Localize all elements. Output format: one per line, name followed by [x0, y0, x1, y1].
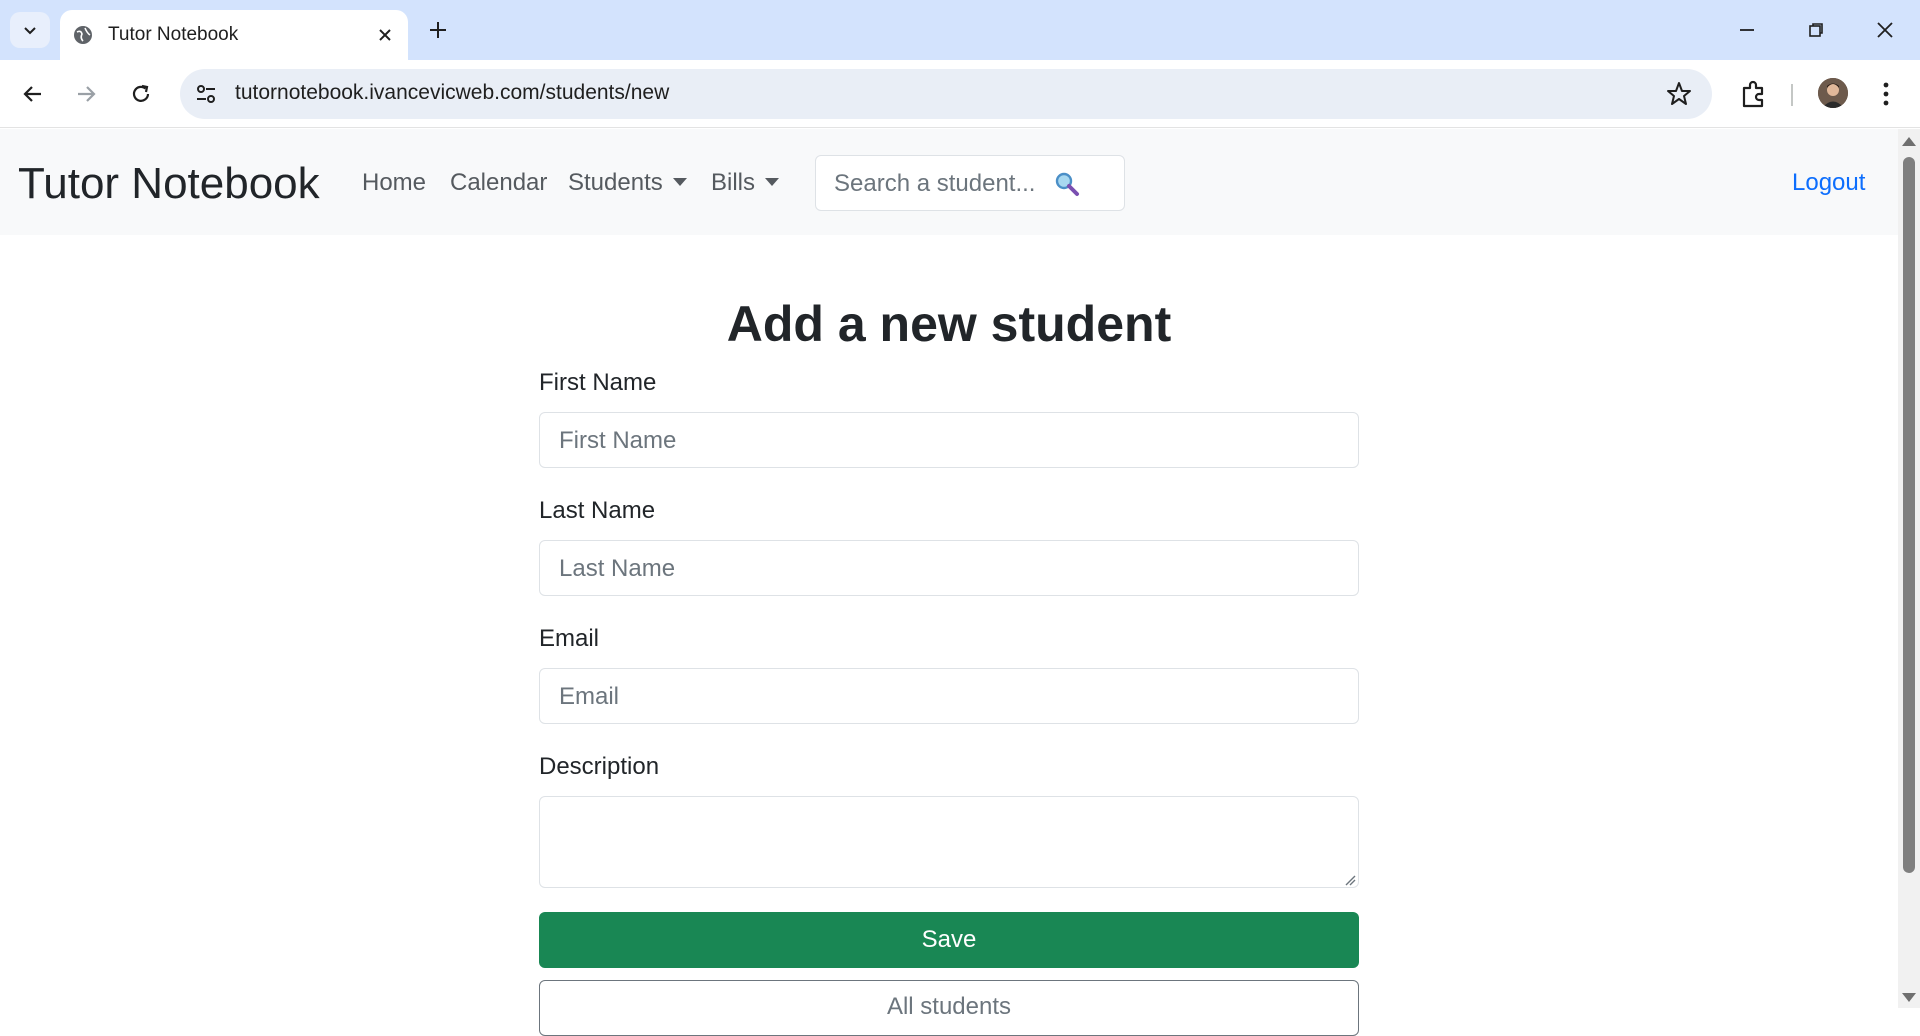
forward-icon[interactable] — [68, 76, 104, 112]
description-textarea[interactable] — [539, 796, 1359, 888]
email-placeholder: Email — [559, 683, 620, 710]
resize-handle-icon[interactable] — [1344, 873, 1356, 886]
page-viewport: Tutor Notebook Home Calendar Students Bi… — [0, 129, 1898, 1036]
tab-title: Tutor Notebook — [108, 24, 239, 45]
avatar[interactable] — [1818, 78, 1848, 108]
toolbar-divider — [1791, 84, 1793, 106]
page-scrollbar[interactable] — [1898, 129, 1920, 1008]
nav-calendar[interactable]: Calendar — [450, 169, 547, 197]
first-name-field[interactable]: First Name — [539, 412, 1359, 468]
star-icon[interactable] — [1666, 81, 1692, 107]
address-bar[interactable]: tutornotebook.ivancevicweb.com/students/… — [180, 69, 1712, 119]
tab-search-icon[interactable] — [10, 12, 50, 48]
nav-students-label: Students — [568, 169, 663, 196]
plus-icon[interactable] — [424, 16, 452, 44]
last-name-field[interactable]: Last Name — [539, 540, 1359, 596]
back-icon[interactable] — [15, 76, 51, 112]
last-name-placeholder: Last Name — [559, 555, 676, 582]
close-icon[interactable] — [374, 24, 396, 46]
email-field[interactable]: Email — [539, 668, 1359, 724]
all-students-button[interactable]: All students — [539, 980, 1359, 1036]
student-search-input[interactable]: Search a student... — [815, 155, 1125, 211]
page-title: Add a new student — [726, 296, 1172, 352]
reload-icon[interactable] — [123, 76, 159, 112]
logout-link[interactable]: Logout — [1792, 169, 1865, 197]
nav-home[interactable]: Home — [362, 169, 426, 197]
scroll-up-icon[interactable] — [1902, 137, 1916, 146]
site-navbar: Tutor Notebook Home Calendar Students Bi… — [0, 129, 1898, 235]
description-label: Description — [539, 753, 660, 780]
globe-icon — [72, 24, 94, 46]
caret-down-icon — [672, 178, 687, 186]
save-button[interactable]: Save — [539, 912, 1359, 968]
search-placeholder: Search a student... — [834, 170, 1036, 197]
site-settings-icon[interactable] — [194, 82, 218, 106]
url-text[interactable]: tutornotebook.ivancevicweb.com/students/… — [235, 81, 669, 105]
browser-tab-strip: Tutor Notebook — [0, 0, 1920, 60]
first-name-label: First Name — [539, 369, 657, 396]
magnifier-icon[interactable] — [1054, 171, 1080, 197]
last-name-label: Last Name — [539, 497, 656, 524]
kebab-menu-icon[interactable] — [1876, 78, 1896, 110]
caret-down-icon — [765, 178, 780, 186]
email-label: Email — [539, 625, 600, 652]
browser-tab[interactable]: Tutor Notebook — [60, 10, 408, 60]
extensions-icon[interactable] — [1738, 78, 1770, 110]
window-close-icon[interactable] — [1862, 10, 1908, 50]
nav-students-dropdown[interactable]: Students — [568, 169, 687, 197]
nav-bills-dropdown[interactable]: Bills — [711, 169, 780, 197]
brand-logo[interactable]: Tutor Notebook — [18, 159, 320, 209]
minimize-icon[interactable] — [1724, 10, 1770, 50]
nav-bills-label: Bills — [711, 169, 756, 196]
scrollbar-thumb[interactable] — [1903, 157, 1915, 873]
restore-icon[interactable] — [1793, 10, 1839, 50]
first-name-placeholder: First Name — [559, 427, 677, 454]
scroll-down-icon[interactable] — [1902, 993, 1916, 1002]
browser-toolbar: tutornotebook.ivancevicweb.com/students/… — [0, 60, 1920, 128]
